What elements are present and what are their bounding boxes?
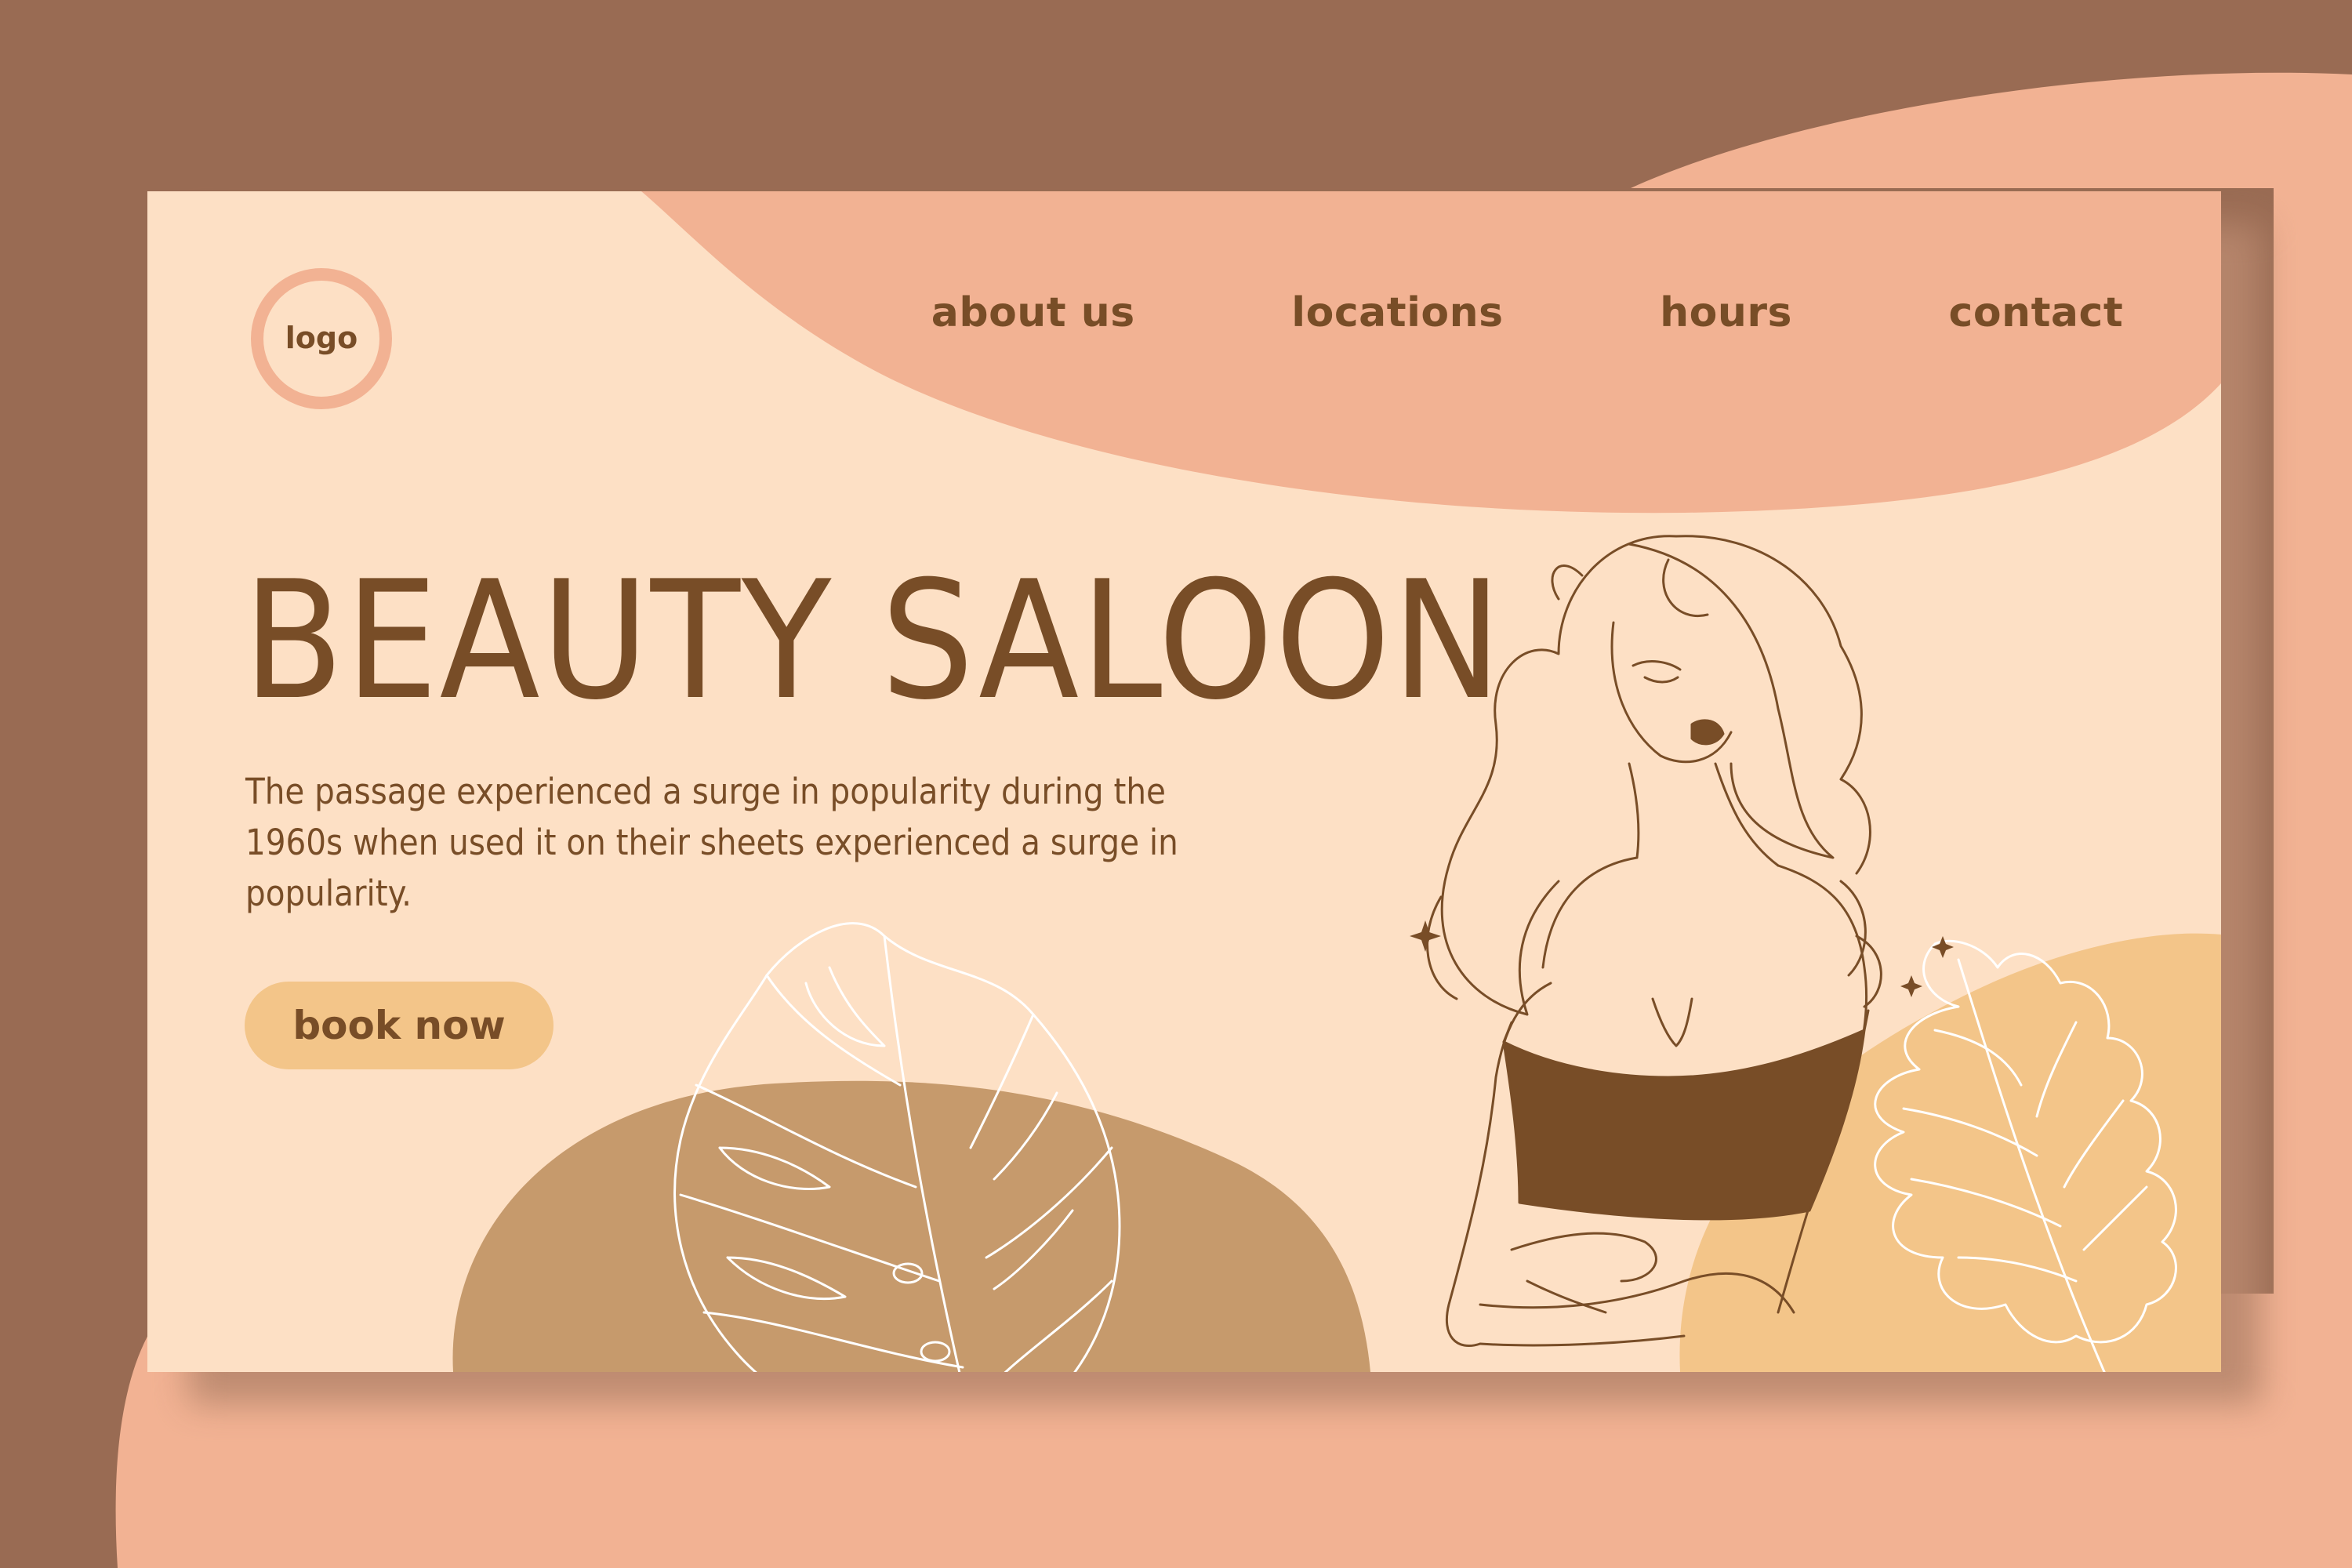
- logo-text: logo: [285, 321, 358, 355]
- monstera-leaf-illustration: [673, 922, 1121, 1372]
- main-nav: about us locations hours contact: [853, 270, 2201, 356]
- hero-description: The passage experienced a surge in popul…: [245, 771, 1178, 914]
- nav-contact[interactable]: contact: [1949, 289, 2124, 336]
- woman-portrait-illustration: [1410, 535, 1954, 1348]
- nav-hours[interactable]: hours: [1660, 289, 1792, 336]
- nav-locations[interactable]: locations: [1291, 289, 1503, 336]
- logo[interactable]: logo: [247, 263, 396, 412]
- landing-page-card: logo about us locations hours contact BE…: [147, 191, 2221, 1372]
- hero-title: BEAUTY SALOON: [243, 546, 1504, 736]
- nav-about-us[interactable]: about us: [931, 289, 1135, 336]
- book-now-button[interactable]: book now: [245, 982, 554, 1069]
